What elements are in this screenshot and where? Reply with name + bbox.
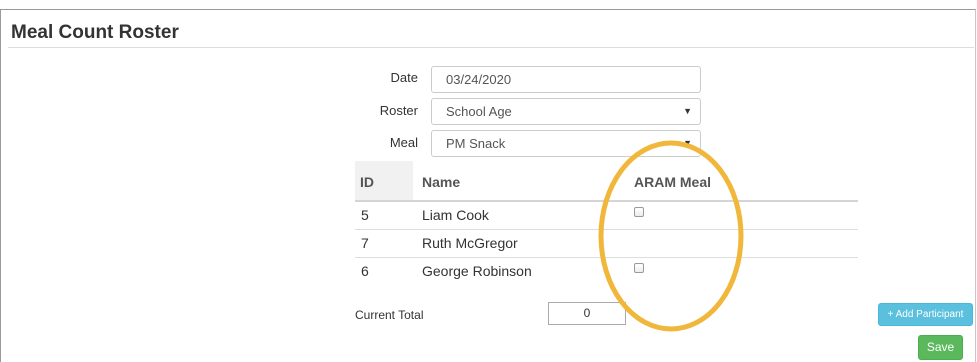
content-panel — [0, 9, 976, 362]
roster-value: School Age — [446, 104, 512, 119]
id-column-header: ID — [360, 174, 374, 190]
page-title: Meal Count Roster — [11, 22, 179, 43]
row-id: 7 — [361, 235, 369, 251]
row-id: 6 — [361, 263, 369, 279]
date-input[interactable]: 03/24/2020 — [431, 66, 701, 93]
date-value: 03/24/2020 — [446, 72, 512, 87]
row-name: George Robinson — [422, 263, 532, 279]
row-name: Ruth McGregor — [422, 235, 518, 251]
caret-down-icon: ▼ — [683, 106, 692, 116]
name-column-header: Name — [422, 174, 461, 190]
save-button[interactable]: Save — [918, 335, 963, 360]
title-divider — [8, 47, 974, 48]
meal-value: PM Snack — [446, 136, 506, 151]
roster-label: Roster — [379, 103, 418, 118]
roster-select[interactable]: School Age ▼ — [431, 98, 701, 125]
row-id: 5 — [361, 207, 369, 223]
current-total-label: Current Total — [355, 308, 424, 322]
row-name: Liam Cook — [422, 207, 489, 223]
meal-label: Meal — [389, 135, 418, 150]
highlight-ellipse — [598, 140, 744, 332]
add-participant-button[interactable]: + Add Participant — [878, 303, 973, 326]
date-label: Date — [390, 70, 418, 85]
